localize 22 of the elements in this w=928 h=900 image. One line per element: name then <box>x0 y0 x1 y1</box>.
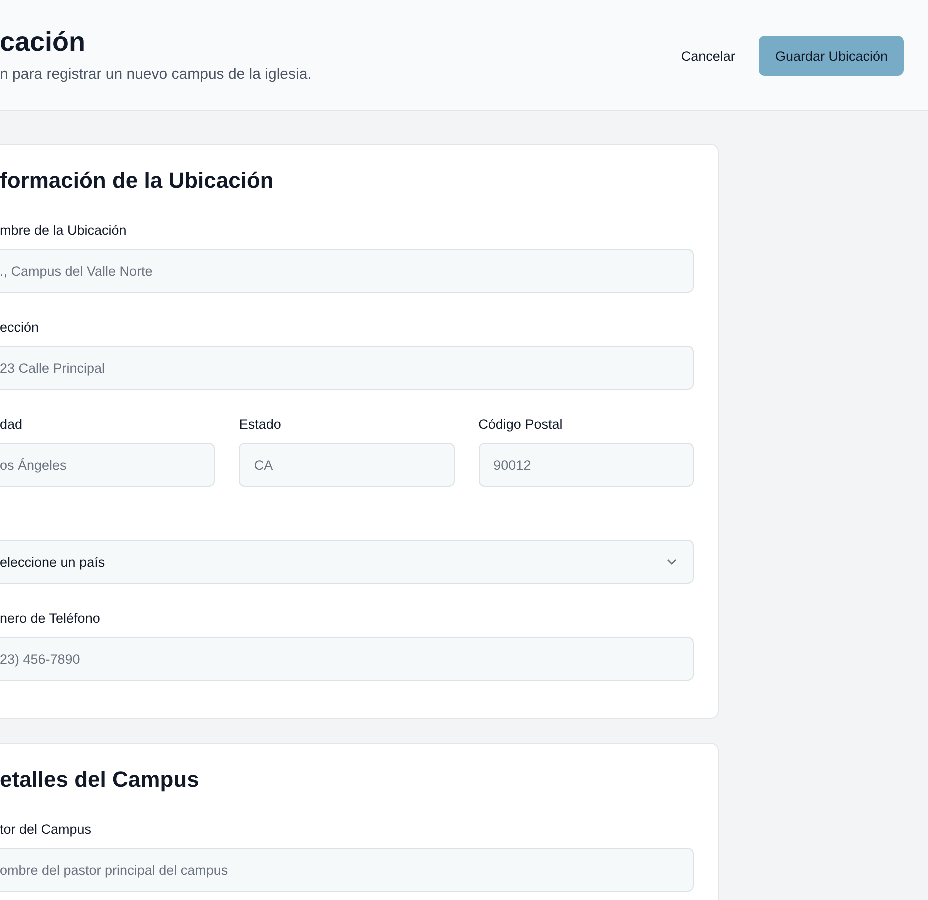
input-field[interactable]: ., Campus del Valle Norte <box>0 249 694 293</box>
field-label: Código Postal <box>478 416 564 433</box>
page-subtitle: n para registrar un nuevo campus de la iglesia. <box>0 66 312 83</box>
input-field[interactable]: 23 Calle Principal <box>0 346 694 390</box>
section-title: etalles del Campus <box>0 766 200 794</box>
field-label: Estado <box>239 416 282 433</box>
save-button[interactable]: Guardar Ubicación <box>759 36 904 76</box>
field-label: dad <box>0 416 24 433</box>
section-title: formación de la Ubicación <box>0 167 275 195</box>
input-field[interactable]: os Ángeles <box>0 443 216 487</box>
chevron-down-icon <box>667 559 677 565</box>
input-field[interactable]: CA <box>239 443 455 487</box>
input-field[interactable]: ombre del pastor principal del campus <box>0 848 694 892</box>
page-title: cación <box>0 26 87 58</box>
field-label: nero de Teléfono <box>0 610 102 627</box>
field-label: mbre de la Ubicación <box>0 222 128 239</box>
input-field[interactable]: 90012 <box>478 443 694 487</box>
input-field[interactable]: 23) 456-7890 <box>0 637 694 681</box>
field-label: ección <box>0 319 40 336</box>
field-label: tor del Campus <box>0 821 93 838</box>
cancel-button[interactable]: Cancelar <box>673 36 744 76</box>
country-select[interactable]: eleccione un país <box>0 540 694 584</box>
